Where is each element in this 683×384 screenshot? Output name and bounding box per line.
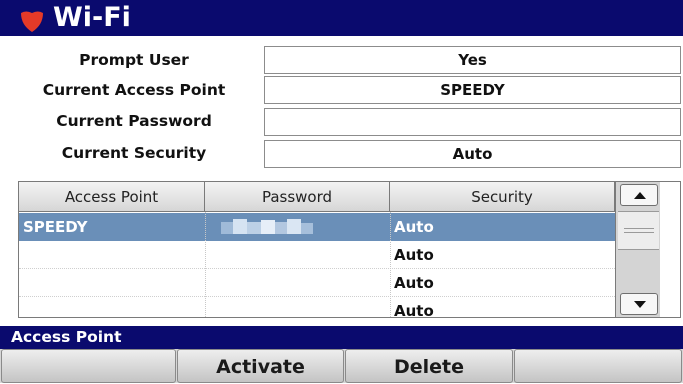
current-access-point-label: Current Access Point: [42, 81, 226, 99]
security-cell: Auto: [394, 218, 434, 236]
masked-password: [221, 219, 313, 234]
status-bar: Access Point: [0, 326, 683, 349]
access-point-cell: [19, 297, 205, 317]
current-password-label: Current Password: [56, 112, 212, 130]
security-cell: Auto: [394, 274, 434, 292]
column-header-security[interactable]: Security: [390, 182, 615, 212]
page-title: Wi-Fi: [53, 2, 131, 33]
column-header-access-point[interactable]: Access Point: [19, 182, 205, 212]
column-divider: [390, 212, 391, 317]
security-cell: Auto: [394, 246, 434, 264]
arrow-up-icon: [634, 192, 646, 199]
current-password-field[interactable]: [264, 108, 681, 136]
current-security-label: Current Security: [61, 144, 207, 162]
scroll-thumb[interactable]: [618, 211, 659, 250]
column-divider: [205, 212, 206, 317]
grip-line: [624, 228, 654, 229]
scroll-up-button[interactable]: [620, 184, 658, 206]
prompt-user-label: Prompt User: [79, 51, 189, 69]
activate-button[interactable]: Activate: [177, 349, 344, 383]
grip-line: [624, 232, 654, 233]
softkey-4[interactable]: [514, 349, 682, 383]
softkey-1[interactable]: [1, 349, 176, 383]
table-row[interactable]: Auto: [19, 241, 615, 269]
password-cell: [205, 269, 390, 297]
delete-button[interactable]: Delete: [345, 349, 513, 383]
table-scrollbar[interactable]: [615, 182, 660, 317]
table-row[interactable]: Auto: [19, 297, 615, 318]
access-point-table: Access Point Password Security SPEEDY Au…: [18, 181, 681, 318]
security-cell: Auto: [394, 302, 434, 318]
password-cell: [205, 241, 390, 269]
access-point-cell: [19, 269, 205, 297]
current-security-field[interactable]: Auto: [264, 140, 681, 168]
shield-icon: [21, 11, 43, 32]
scroll-down-button[interactable]: [620, 293, 658, 315]
access-point-cell: [19, 241, 205, 269]
password-cell: [205, 297, 390, 317]
title-bar: Wi-Fi: [0, 0, 683, 36]
table-row[interactable]: SPEEDY Auto: [19, 213, 615, 241]
prompt-user-field[interactable]: Yes: [264, 46, 681, 74]
table-row[interactable]: Auto: [19, 269, 615, 297]
current-access-point-field[interactable]: SPEEDY: [264, 76, 681, 104]
arrow-down-icon: [634, 301, 646, 308]
password-cell: [205, 213, 390, 241]
access-point-cell: SPEEDY: [23, 218, 88, 236]
softkey-bar: Activate Delete: [0, 349, 683, 383]
column-header-password[interactable]: Password: [205, 182, 390, 212]
